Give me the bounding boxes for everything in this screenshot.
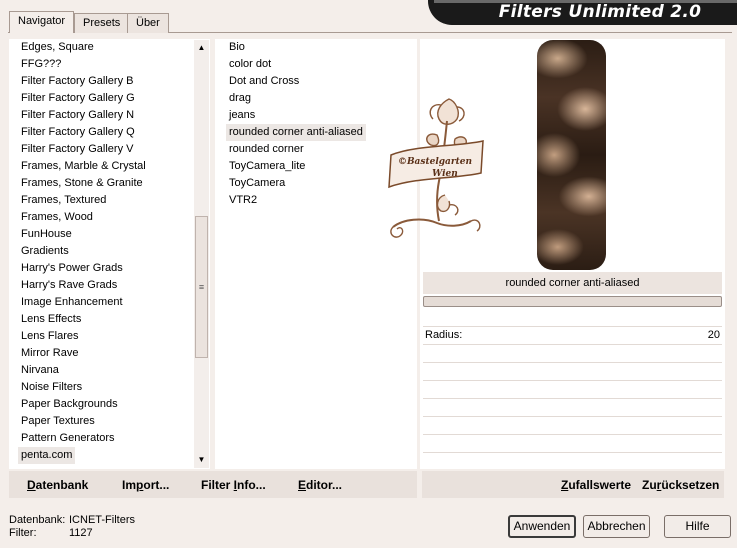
category-item[interactable]: Filter Factory Gallery N	[18, 107, 194, 124]
reset-button[interactable]: Zurücksetzen	[642, 478, 719, 492]
status-db-value: ICNET-Filters	[69, 514, 135, 526]
category-item[interactable]: Harry's Power Grads	[18, 260, 194, 277]
filter-item[interactable]: VTR2	[226, 192, 366, 209]
preview-slider[interactable]	[423, 296, 722, 307]
category-item[interactable]: Frames, Marble & Crystal	[18, 158, 194, 175]
bastelgarten-logo-icon: ©Bastelgarten Wien	[388, 98, 484, 238]
category-item[interactable]: Lens Flares	[18, 328, 194, 345]
filter-item[interactable]: ToyCamera_lite	[226, 158, 366, 175]
category-item[interactable]: Image Enhancement	[18, 294, 194, 311]
category-item[interactable]: Nirvana	[18, 362, 194, 379]
param-row-line	[423, 434, 722, 435]
category-item[interactable]: Filter Factory Gallery V	[18, 141, 194, 158]
logo-text-line1: ©Bastelgarten	[398, 157, 472, 167]
category-item[interactable]: FFG???	[18, 56, 194, 73]
param-row-line	[423, 344, 722, 345]
database-button[interactable]: Datenbank	[27, 478, 88, 492]
status-filter-value: 1127	[69, 527, 93, 539]
filter-info-button[interactable]: Filter Info...	[201, 478, 266, 492]
category-list[interactable]: Edges, Square FFG??? Filter Factory Galler…	[18, 39, 194, 469]
category-item[interactable]: Pattern Generators	[18, 430, 194, 447]
category-item[interactable]: Frames, Textured	[18, 192, 194, 209]
preview-filter-name: rounded corner anti-aliased	[423, 272, 722, 294]
filter-list[interactable]: Bio color dot Dot and Cross drag jeans rounde…	[226, 39, 366, 209]
filter-item[interactable]: color dot	[226, 56, 366, 73]
tab-presets[interactable]: Presets	[74, 13, 130, 33]
scrollbar-grip-icon: ≡	[198, 282, 205, 292]
scroll-down-icon[interactable]: ▼	[194, 452, 209, 467]
filter-item[interactable]: rounded corner anti-aliased	[226, 124, 366, 141]
editor-button[interactable]: Editor...	[298, 478, 342, 492]
param-value[interactable]: 20	[690, 329, 720, 341]
category-item[interactable]: Frames, Wood	[18, 209, 194, 226]
scroll-up-icon[interactable]: ▲	[194, 40, 209, 55]
filter-item[interactable]: rounded corner	[226, 141, 366, 158]
filter-item[interactable]: jeans	[226, 107, 366, 124]
category-item[interactable]: Frames, Stone & Granite	[18, 175, 194, 192]
category-item[interactable]: FunHouse	[18, 226, 194, 243]
cancel-button[interactable]: Abbrechen	[583, 515, 650, 538]
app-title: Filters Unlimited 2.0	[498, 2, 702, 22]
param-row-line	[423, 452, 722, 453]
status-filter-label: Filter:	[9, 527, 37, 539]
preview-image	[537, 40, 606, 270]
filter-item[interactable]: ToyCamera	[226, 175, 366, 192]
param-row-line	[423, 362, 722, 363]
tab-ueber[interactable]: Über	[127, 13, 169, 33]
param-label: Radius:	[425, 329, 463, 341]
filter-item[interactable]: Dot and Cross	[226, 73, 366, 90]
help-button[interactable]: Hilfe	[664, 515, 731, 538]
category-item[interactable]: penta.com	[18, 447, 76, 464]
status-db-label: Datenbank:	[9, 514, 66, 526]
logo-text-line2: Wien	[432, 169, 458, 179]
param-row-line	[423, 398, 722, 399]
category-item[interactable]: Paper Backgrounds	[18, 396, 194, 413]
category-item[interactable]: Noise Filters	[18, 379, 194, 396]
filter-item[interactable]: Bio	[226, 39, 366, 56]
category-item[interactable]: Paper Textures	[18, 413, 194, 430]
category-item[interactable]: Edges, Square	[18, 39, 194, 56]
apply-button[interactable]: Anwenden	[508, 515, 576, 538]
category-item[interactable]: Gradients	[18, 243, 194, 260]
import-button[interactable]: Import...	[122, 478, 169, 492]
param-row-line	[423, 326, 722, 327]
random-values-button[interactable]: Zufallswerte	[561, 478, 631, 492]
tab-navigator[interactable]: Navigator	[9, 11, 75, 33]
category-item[interactable]: Filter Factory Gallery B	[18, 73, 194, 90]
category-item[interactable]: Filter Factory Gallery Q	[18, 124, 194, 141]
param-row-line	[423, 380, 722, 381]
param-row-line	[423, 416, 722, 417]
category-item[interactable]: Filter Factory Gallery G	[18, 90, 194, 107]
filter-item[interactable]: drag	[226, 90, 366, 107]
category-item[interactable]: Harry's Rave Grads	[18, 277, 194, 294]
category-item[interactable]: Lens Effects	[18, 311, 194, 328]
category-item[interactable]: Mirror Rave	[18, 345, 194, 362]
